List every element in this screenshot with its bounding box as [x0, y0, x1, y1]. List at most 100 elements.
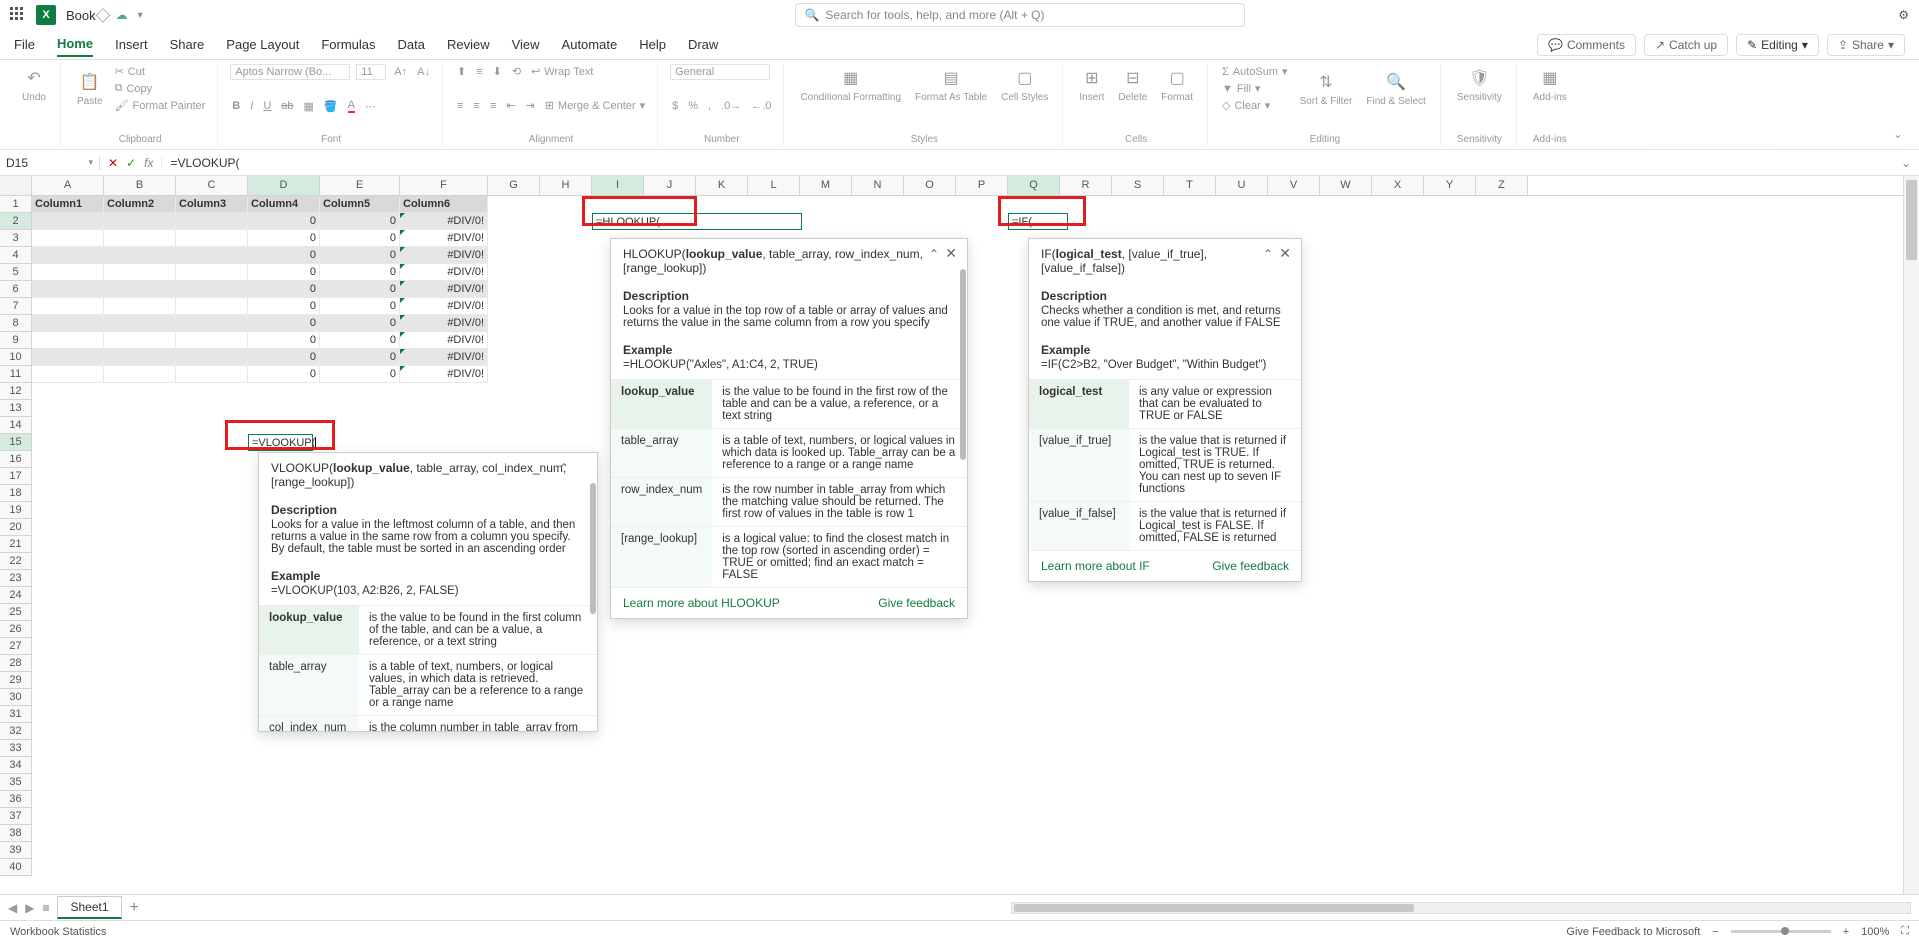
column-header-Z[interactable]: Z — [1476, 176, 1528, 195]
row-header-37[interactable]: 37 — [0, 808, 32, 825]
column-header-E[interactable]: E — [320, 176, 400, 195]
more-font-icon[interactable]: ⋯ — [363, 99, 378, 114]
indent-inc-icon[interactable]: ⇥ — [523, 98, 536, 113]
row-header-10[interactable]: 10 — [0, 349, 32, 366]
cell-F4[interactable]: #DIV/0! — [400, 247, 488, 264]
tooltip-collapse-icon[interactable]: ⌃ — [929, 247, 939, 261]
cell-C3[interactable] — [176, 230, 248, 247]
cell-F8[interactable]: #DIV/0! — [400, 315, 488, 332]
row-header-1[interactable]: 1 — [0, 196, 32, 213]
tab-share[interactable]: Share — [170, 33, 205, 56]
catchup-button[interactable]: ↗ Catch up — [1644, 34, 1728, 56]
feedback-link[interactable]: Give Feedback to Microsoft — [1566, 926, 1700, 938]
column-header-X[interactable]: X — [1372, 176, 1424, 195]
cell-A7[interactable] — [32, 298, 104, 315]
decrease-font-icon[interactable]: A↓ — [415, 65, 432, 79]
column-header-G[interactable]: G — [488, 176, 540, 195]
cell-F7[interactable]: #DIV/0! — [400, 298, 488, 315]
cell-F3[interactable]: #DIV/0! — [400, 230, 488, 247]
column-header-V[interactable]: V — [1268, 176, 1320, 195]
column-header-O[interactable]: O — [904, 176, 956, 195]
tab-formulas[interactable]: Formulas — [321, 33, 375, 56]
cell-E9[interactable]: 0 — [320, 332, 400, 349]
column-header-I[interactable]: I — [592, 176, 644, 195]
fullscreen-icon[interactable]: ⛶ — [1901, 925, 1909, 938]
font-color-icon[interactable]: A — [346, 98, 357, 114]
settings-icon[interactable]: ⚙ — [1898, 8, 1909, 22]
cell-B5[interactable] — [104, 264, 176, 281]
row-header-24[interactable]: 24 — [0, 587, 32, 604]
italic-icon[interactable]: I — [248, 99, 255, 113]
column-header-Q[interactable]: Q — [1008, 176, 1060, 195]
tab-file[interactable]: File — [14, 33, 35, 56]
column-header-N[interactable]: N — [852, 176, 904, 195]
cell-D1[interactable]: Column4 — [248, 196, 320, 213]
delete-cells-button[interactable]: ⊟Delete — [1114, 64, 1151, 105]
tooltip-feedback-link[interactable]: Give feedback — [878, 596, 955, 610]
app-launcher-icon[interactable] — [10, 7, 26, 23]
cell-C2[interactable] — [176, 213, 248, 230]
editing-mode-button[interactable]: ✎ Editing ▾ — [1736, 34, 1819, 56]
cell-B8[interactable] — [104, 315, 176, 332]
align-center-icon[interactable]: ≡ — [471, 99, 481, 113]
row-header-33[interactable]: 33 — [0, 740, 32, 757]
row-header-6[interactable]: 6 — [0, 281, 32, 298]
undo-button[interactable]: ↶Undo — [18, 64, 50, 105]
tooltip-close-icon[interactable]: ✕ — [1279, 245, 1291, 262]
autosum-button[interactable]: Σ AutoSum ▾ — [1220, 64, 1290, 79]
expand-formula-bar-icon[interactable]: ⌄ — [1893, 156, 1919, 170]
cell-B3[interactable] — [104, 230, 176, 247]
row-header-31[interactable]: 31 — [0, 706, 32, 723]
tab-insert[interactable]: Insert — [115, 33, 148, 56]
cell-C4[interactable] — [176, 247, 248, 264]
align-bot-icon[interactable]: ⬇ — [491, 64, 504, 79]
tab-automate[interactable]: Automate — [562, 33, 618, 56]
cancel-formula-icon[interactable]: ✕ — [108, 156, 118, 170]
inc-decimal-icon[interactable]: .0→ — [719, 99, 743, 113]
zoom-out-icon[interactable]: − — [1712, 926, 1718, 938]
row-header-13[interactable]: 13 — [0, 400, 32, 417]
cell-D11[interactable]: 0 — [248, 366, 320, 383]
row-header-21[interactable]: 21 — [0, 536, 32, 553]
row-header-26[interactable]: 26 — [0, 621, 32, 638]
cell-B11[interactable] — [104, 366, 176, 383]
align-right-icon[interactable]: ≡ — [488, 99, 498, 113]
align-left-icon[interactable]: ≡ — [455, 99, 465, 113]
cell-E2[interactable]: 0 — [320, 213, 400, 230]
sheet-list-icon[interactable]: ≡ — [42, 901, 49, 915]
tooltip-collapse-icon[interactable]: ⌃ — [559, 461, 569, 475]
cell-F9[interactable]: #DIV/0! — [400, 332, 488, 349]
vertical-scrollbar[interactable] — [1903, 176, 1919, 894]
cell-F6[interactable]: #DIV/0! — [400, 281, 488, 298]
cell-D6[interactable]: 0 — [248, 281, 320, 298]
cell-E4[interactable]: 0 — [320, 247, 400, 264]
confirm-formula-icon[interactable]: ✓ — [126, 156, 136, 170]
border-icon[interactable]: ▦ — [302, 99, 316, 114]
row-header-19[interactable]: 19 — [0, 502, 32, 519]
workbook-stats-link[interactable]: Workbook Statistics — [10, 926, 106, 938]
dropdown-icon[interactable]: ▾ — [138, 10, 143, 21]
row-header-9[interactable]: 9 — [0, 332, 32, 349]
column-header-C[interactable]: C — [176, 176, 248, 195]
cell-A5[interactable] — [32, 264, 104, 281]
paste-button[interactable]: 📋Paste — [73, 68, 107, 109]
column-header-S[interactable]: S — [1112, 176, 1164, 195]
cell-D2[interactable]: 0 — [248, 213, 320, 230]
dec-decimal-icon[interactable]: ←.0 — [749, 99, 773, 113]
row-header-4[interactable]: 4 — [0, 247, 32, 264]
formula-input[interactable]: =VLOOKUP( — [162, 156, 1892, 170]
cell-B6[interactable] — [104, 281, 176, 298]
indent-dec-icon[interactable]: ⇤ — [504, 98, 517, 113]
zoom-slider[interactable] — [1731, 930, 1831, 933]
tooltip-feedback-link[interactable]: Give feedback — [1212, 559, 1289, 573]
cell-E6[interactable]: 0 — [320, 281, 400, 298]
cell-A3[interactable] — [32, 230, 104, 247]
column-header-R[interactable]: R — [1060, 176, 1112, 195]
row-header-20[interactable]: 20 — [0, 519, 32, 536]
column-header-H[interactable]: H — [540, 176, 592, 195]
cell-D10[interactable]: 0 — [248, 349, 320, 366]
cell-styles-button[interactable]: ▢Cell Styles — [997, 64, 1052, 105]
row-header-25[interactable]: 25 — [0, 604, 32, 621]
find-select-button[interactable]: 🔍Find & Select — [1362, 68, 1429, 109]
column-header-U[interactable]: U — [1216, 176, 1268, 195]
